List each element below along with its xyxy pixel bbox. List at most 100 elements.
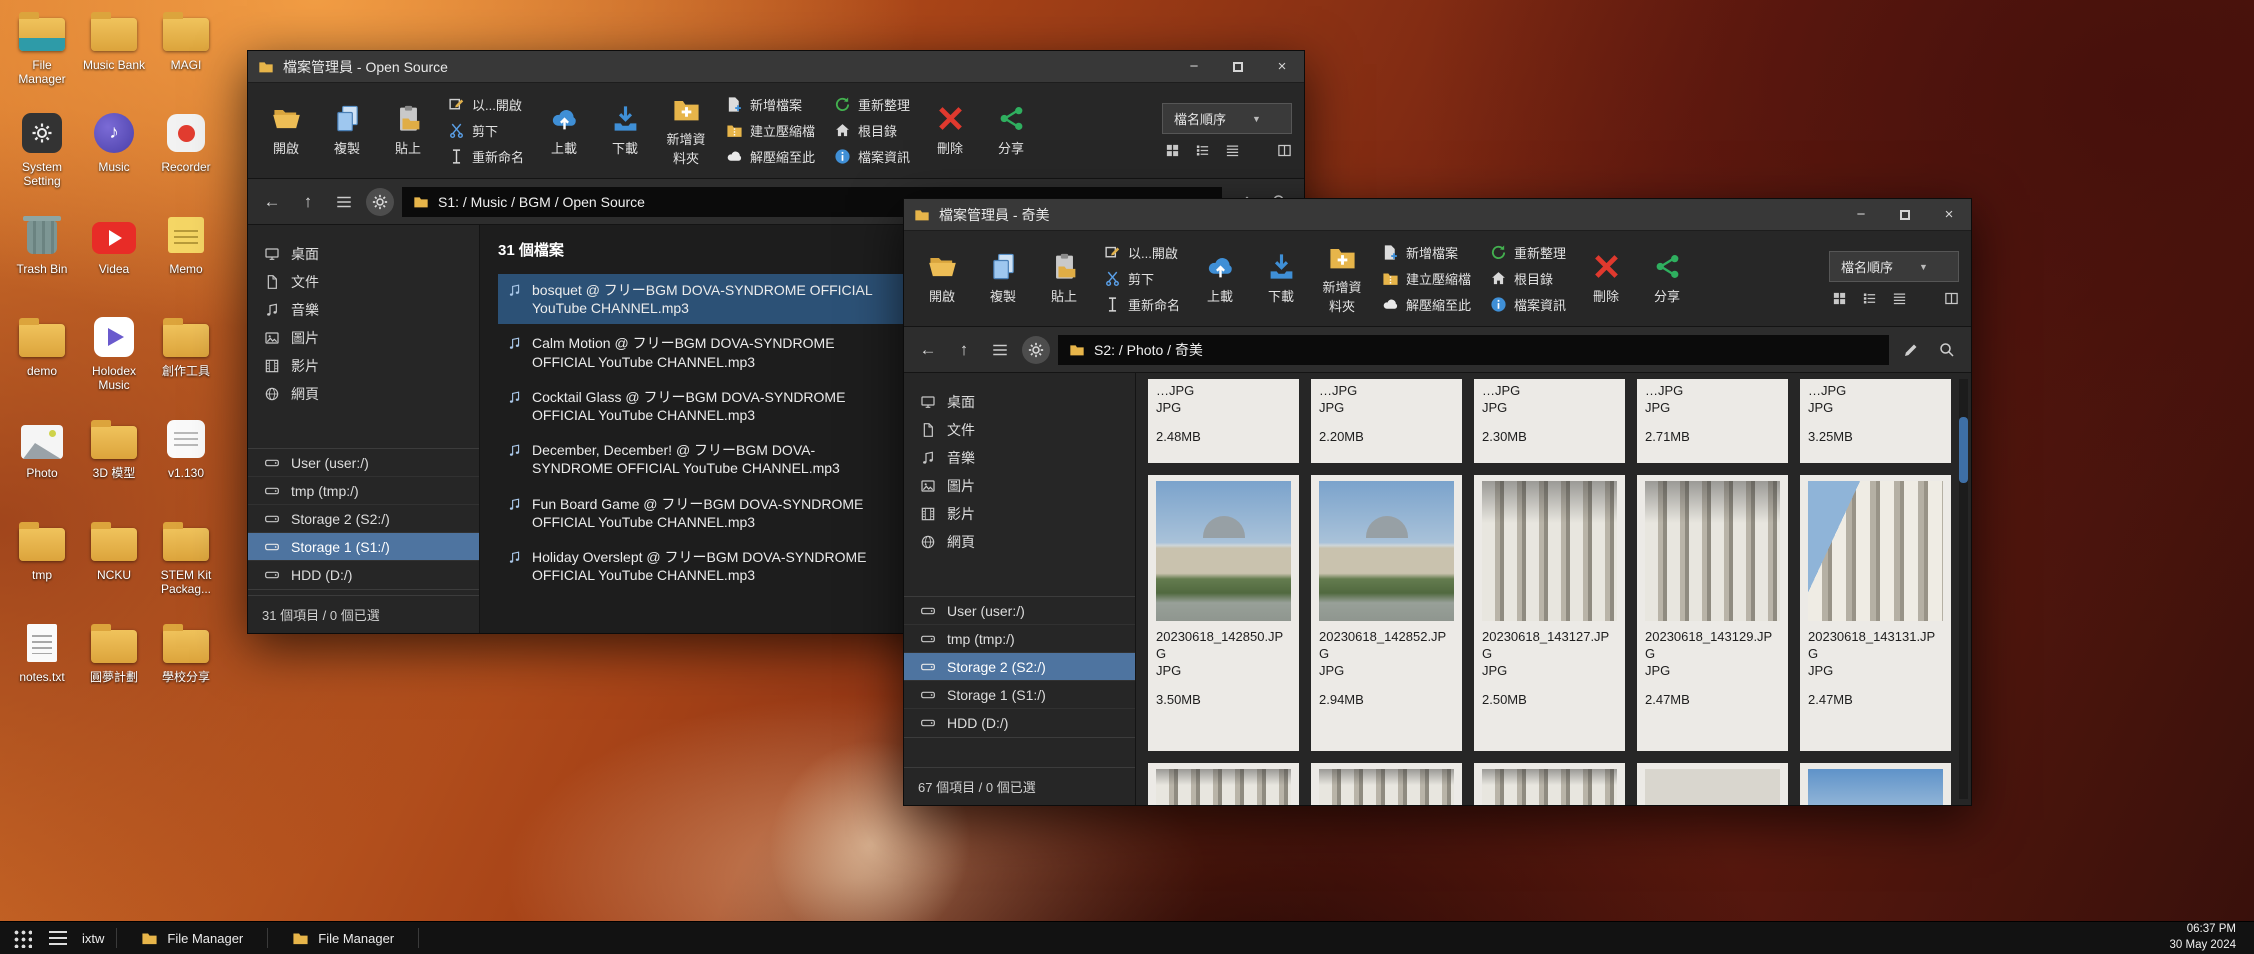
desktop-icon-photo[interactable]: Photo [7,416,77,518]
create-archive-button[interactable]: 建立壓縮檔 [1379,267,1474,290]
photo-cell[interactable] [1474,763,1625,805]
sidebar-item-desktop[interactable]: 桌面 [248,240,479,268]
cut-button[interactable]: 剪下 [445,119,527,142]
sidebar-item-storage2-drive[interactable]: Storage 2 (S2:/) [904,653,1135,681]
path-bar[interactable]: S2: / Photo / 奇美 [1058,335,1889,365]
root-button[interactable]: 根目錄 [1487,267,1569,290]
desktop-icon-3d-model[interactable]: 3D 模型 [79,416,149,518]
sidebar-item-hdd-drive[interactable]: HDD (D:/) [248,561,479,589]
menu-button[interactable] [986,336,1014,364]
taskbar-app-file-manager-2[interactable]: File Manager [280,922,406,954]
photo-cell[interactable] [1637,763,1788,805]
photo-cell[interactable]: 20230618_142852.JPG JPG 2.94MB [1311,475,1462,751]
sidebar-item-user-drive[interactable]: User (user:/) [904,597,1135,625]
photo-cell[interactable]: …JPG JPG 3.25MB [1800,379,1951,463]
desktop-icon-trash-bin[interactable]: Trash Bin [7,212,77,314]
desktop-icon-dream-plan[interactable]: 圓夢計劃 [79,620,149,722]
desktop-icon-v1-130[interactable]: v1.130 [151,416,221,518]
paste-button[interactable]: 貼上 [380,102,436,159]
upload-button[interactable]: 上載 [536,102,592,159]
file-row[interactable]: Holiday Overslept @ フリーBGM DOVA-SYNDROME… [498,541,968,591]
desktop-icon-videa[interactable]: Videa [79,212,149,314]
sort-order-dropdown[interactable]: 檔名順序 ▼ [1162,103,1292,134]
photo-cell[interactable]: …JPG JPG 2.48MB [1148,379,1299,463]
sort-order-dropdown[interactable]: 檔名順序 ▼ [1829,251,1959,282]
desktop-icon-music[interactable]: ♪ Music [79,110,149,212]
new-file-button[interactable]: 新增檔案 [1379,241,1474,264]
sidebar-item-hdd-drive[interactable]: HDD (D:/) [904,709,1135,737]
photo-cell[interactable] [1800,763,1951,805]
file-row[interactable]: bosquet @ フリーBGM DOVA-SYNDROME OFFICIAL … [498,274,968,324]
sidebar-item-videos[interactable]: 影片 [904,500,1135,528]
sidebar-item-tmp-drive[interactable]: tmp (tmp:/) [904,625,1135,653]
taskbar-clock[interactable]: 06:37 PM 30 May 2024 [2170,922,2245,953]
new-file-button[interactable]: 新增檔案 [723,93,818,116]
extract-here-button[interactable]: 解壓縮至此 [723,145,818,168]
refresh-button[interactable]: 重新整理 [831,93,913,116]
new-folder-button[interactable]: 新增資料夾 [658,93,714,169]
file-row[interactable]: Cocktail Glass @ フリーBGM DOVA-SYNDROME OF… [498,381,968,431]
desktop-icon-music-bank[interactable]: Music Bank [79,8,149,110]
copy-button[interactable]: 複製 [319,102,375,159]
photo-cell[interactable]: 20230618_143127.JPG JPG 2.50MB [1474,475,1625,751]
back-button[interactable]: ← [258,188,286,216]
maximize-button[interactable] [1216,51,1260,82]
minimize-button[interactable]: − [1172,51,1216,82]
close-button[interactable]: × [1260,51,1304,82]
open-with-button[interactable]: 以...開啟 [1101,241,1183,264]
sidebar-item-storage2-drive[interactable]: Storage 2 (S2:/) [248,505,479,533]
titlebar[interactable]: 檔案管理員 - Open Source − × [248,51,1304,83]
photo-cell[interactable]: …JPG JPG 2.30MB [1474,379,1625,463]
photo-cell[interactable] [1148,763,1299,805]
file-info-button[interactable]: 檔案資訊 [1487,293,1569,316]
up-button[interactable]: ↑ [294,188,322,216]
sidebar-item-web[interactable]: 網頁 [248,380,479,408]
desktop-icon-recorder[interactable]: Recorder [151,110,221,212]
sidebar-item-desktop[interactable]: 桌面 [904,388,1135,416]
photo-cell[interactable] [1311,763,1462,805]
app-launcher-button[interactable] [10,926,34,950]
sidebar-item-tmp-drive[interactable]: tmp (tmp:/) [248,477,479,505]
desktop-icon-school-share[interactable]: 學校分享 [151,620,221,722]
extract-here-button[interactable]: 解壓縮至此 [1379,293,1474,316]
open-button[interactable]: 開啟 [258,102,314,159]
view-grid-icon[interactable] [1832,291,1847,306]
desktop-icon-stem-kit[interactable]: STEM Kit Packag... [151,518,221,620]
file-info-button[interactable]: 檔案資訊 [831,145,913,168]
rename-button[interactable]: 重新命名 [1101,293,1183,316]
delete-button[interactable]: 刪除 [922,102,978,159]
create-archive-button[interactable]: 建立壓縮檔 [723,119,818,142]
desktop-icon-notes-txt[interactable]: notes.txt [7,620,77,722]
view-list-icon[interactable] [1862,291,1877,306]
copy-button[interactable]: 複製 [975,250,1031,307]
edit-path-button[interactable] [1897,336,1925,364]
sidebar-item-user-drive[interactable]: User (user:/) [248,449,479,477]
open-button[interactable]: 開啟 [914,250,970,307]
menu-button[interactable] [330,188,358,216]
sidebar-item-documents[interactable]: 文件 [904,416,1135,444]
search-button[interactable] [1933,336,1961,364]
sidebar-item-videos[interactable]: 影片 [248,352,479,380]
share-button[interactable]: 分享 [983,102,1039,159]
scrollbar[interactable] [1959,379,1968,799]
desktop-icon-memo[interactable]: Memo [151,212,221,314]
share-button[interactable]: 分享 [1639,250,1695,307]
settings-button[interactable] [1022,336,1050,364]
photo-cell[interactable]: 20230618_142850.JPG JPG 3.50MB [1148,475,1299,751]
titlebar[interactable]: 檔案管理員 - 奇美 − × [904,199,1971,231]
desktop-icon-system-setting[interactable]: System Setting [7,110,77,212]
file-row[interactable]: December, December! @ フリーBGM DOVA-SYNDRO… [498,434,968,484]
desktop-icon-magi[interactable]: MAGI [151,8,221,110]
scrollbar-thumb[interactable] [1959,417,1968,483]
view-columns-icon[interactable] [1277,143,1292,158]
view-compact-icon[interactable] [1225,143,1240,158]
desktop-icon-holodex-music[interactable]: Holodex Music [79,314,149,416]
upload-button[interactable]: 上載 [1192,250,1248,307]
file-row[interactable]: Calm Motion @ フリーBGM DOVA-SYNDROME OFFIC… [498,327,968,377]
photo-cell[interactable]: …JPG JPG 2.20MB [1311,379,1462,463]
sidebar-item-music[interactable]: 音樂 [248,296,479,324]
desktop-icon-creative-tools[interactable]: 創作工具 [151,314,221,416]
cut-button[interactable]: 剪下 [1101,267,1183,290]
close-button[interactable]: × [1927,199,1971,230]
refresh-button[interactable]: 重新整理 [1487,241,1569,264]
